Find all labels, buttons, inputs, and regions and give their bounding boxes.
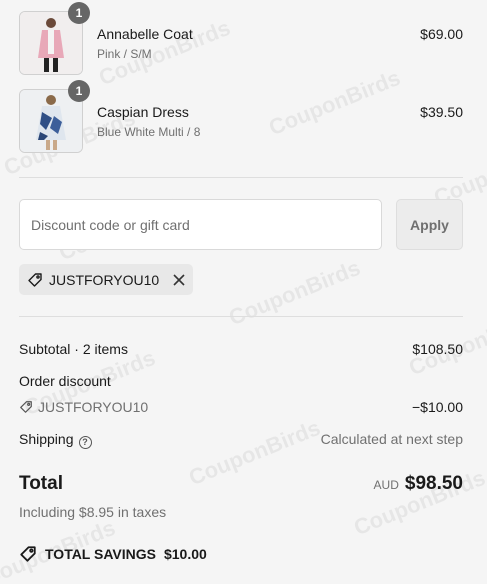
total-value: $98.50	[404, 473, 463, 494]
order-discount-value: −$10.00	[412, 399, 463, 415]
order-discount-row: JUSTFORYOU10 −$10.00	[19, 399, 463, 417]
apply-button[interactable]: Apply	[396, 199, 463, 250]
applied-discount-code: JUSTFORYOU10	[49, 271, 160, 288]
order-discount-code: JUSTFORYOU10	[38, 399, 149, 415]
tag-icon	[27, 272, 43, 288]
total-label: Total	[19, 473, 63, 494]
item-price: $69.00	[420, 26, 463, 42]
item-name: Caspian Dress	[97, 104, 189, 120]
shipping-value: Calculated at next step	[320, 431, 463, 447]
item-price: $39.50	[420, 104, 463, 120]
quantity-badge: 1	[68, 80, 90, 102]
total-savings-value: $10.00	[163, 546, 207, 562]
item-variant: Blue White Multi / 8	[97, 125, 201, 139]
order-discount-label: Order discount	[19, 373, 111, 389]
watermark: CouponBirds	[225, 254, 364, 331]
divider	[19, 316, 463, 317]
line-item: 1 Caspian Dress Blue White Multi / 8 $39…	[19, 80, 463, 153]
remove-discount-icon[interactable]	[173, 273, 185, 286]
taxes-note: Including $8.95 in taxes	[19, 504, 167, 520]
discount-code-input[interactable]	[19, 199, 382, 250]
item-name: Annabelle Coat	[97, 26, 193, 42]
help-icon[interactable]: ?	[78, 435, 92, 449]
total-row: Total AUD $98.50	[19, 473, 463, 497]
subtotal-value: $108.50	[412, 341, 463, 357]
order-discount-heading: Order discount	[19, 373, 463, 389]
tag-icon	[19, 400, 33, 414]
currency-code: AUD	[373, 478, 399, 492]
total-savings-label: TOTAL SAVINGS	[45, 546, 156, 562]
subtotal-label: Subtotal · 2 items	[19, 341, 128, 357]
shipping-label: Shipping	[19, 431, 74, 447]
applied-discount-chip: JUSTFORYOU10	[19, 264, 193, 295]
total-savings: TOTAL SAVINGS $10.00	[19, 545, 207, 563]
line-item: 1 Annabelle Coat Pink / S/M $69.00	[19, 2, 463, 75]
shipping-row: Shipping? Calculated at next step	[19, 431, 463, 449]
savings-tag-icon	[19, 545, 37, 563]
item-variant: Pink / S/M	[97, 47, 152, 61]
quantity-badge: 1	[68, 2, 90, 24]
divider	[19, 177, 463, 178]
subtotal-row: Subtotal · 2 items $108.50	[19, 341, 463, 357]
